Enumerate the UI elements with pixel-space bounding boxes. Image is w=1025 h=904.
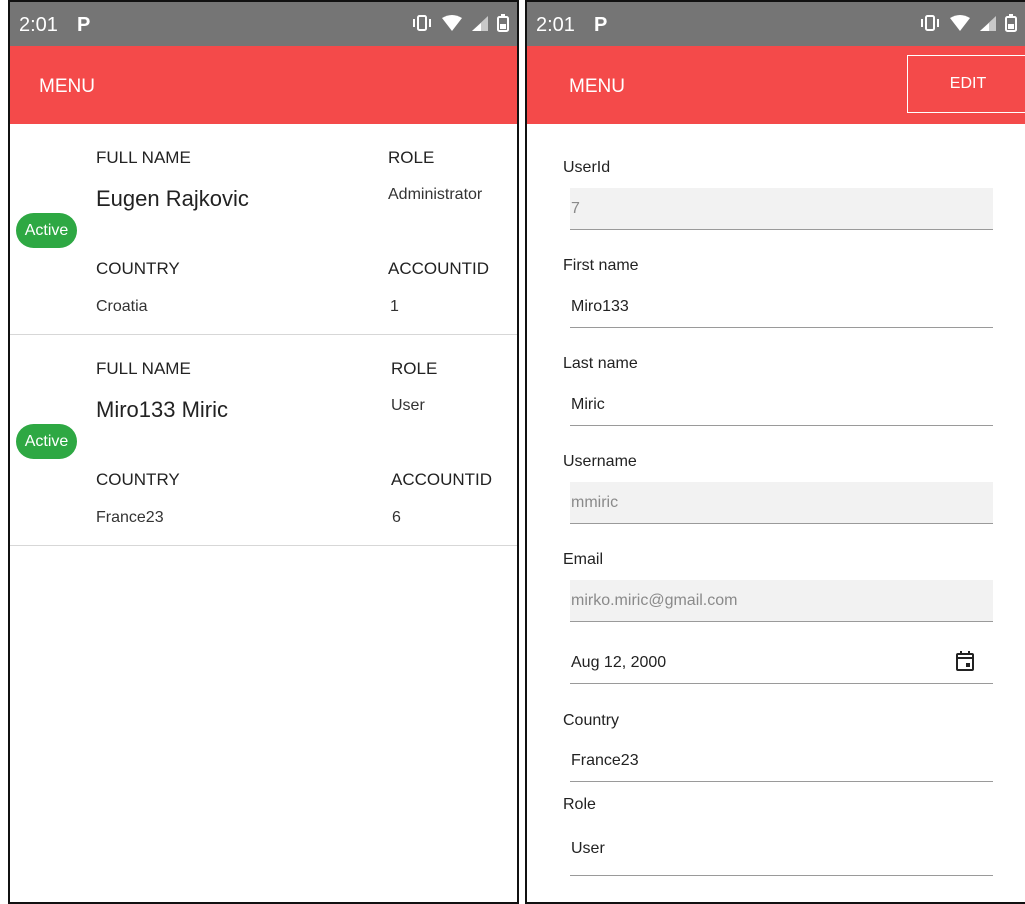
first-name-field[interactable]: Miro133 [570, 286, 993, 328]
first-name-value[interactable]: Miro133 [571, 298, 951, 316]
user-role: User [391, 397, 425, 414]
user-list-item[interactable]: FULL NAME ROLE Eugen Rajkovic Administra… [10, 124, 517, 335]
email-value: mirko.miric@gmail.com [571, 592, 738, 609]
user-list-item[interactable]: FULL NAME ROLE Miro133 Miric User Active… [10, 335, 517, 546]
edit-button[interactable]: EDIT [907, 55, 1025, 113]
username-value: mmiric [571, 494, 619, 511]
user-id-value: 7 [571, 200, 580, 217]
user-id-field: 7 [570, 188, 993, 230]
user-full-name: Eugen Rajkovic [96, 186, 249, 211]
full-name-label: FULL NAME [96, 148, 191, 167]
user-account-id: 6 [392, 509, 401, 526]
status-time: 2:01 [536, 14, 575, 36]
birth-date-value[interactable]: Aug 12, 2000 [571, 654, 951, 672]
app-bar: MENU [10, 46, 517, 124]
user-id-label: UserId [563, 159, 611, 176]
app-bar: MENU EDIT [527, 46, 1025, 124]
country-field[interactable]: France23 [570, 740, 993, 782]
active-status-badge: Active [16, 424, 77, 459]
signal-icon [472, 16, 488, 31]
battery-icon [1005, 14, 1017, 32]
user-full-name: Miro133 Miric [96, 397, 229, 422]
vibrate-icon [413, 15, 431, 31]
status-bar: 2:01 P [527, 2, 1025, 46]
email-field: mirko.miric@gmail.com [570, 580, 993, 622]
signal-icon [980, 16, 996, 31]
user-role: Administrator [388, 186, 483, 203]
country-label: COUNTRY [96, 259, 180, 278]
role-label: ROLE [388, 148, 435, 167]
account-id-label: ACCOUNTID [388, 259, 490, 278]
user-account-id: 1 [390, 298, 399, 315]
username-label: Username [563, 453, 637, 470]
user-country: France23 [96, 509, 164, 526]
battery-icon [497, 14, 509, 32]
country-label: COUNTRY [96, 470, 180, 489]
status-icons [919, 14, 1017, 32]
email-label: Email [563, 551, 604, 568]
wifi-icon [442, 15, 462, 31]
role-select[interactable]: User [570, 824, 993, 876]
user-list-screen: 2:01 P MENU FULL NAME ROLE Eugen Rajkovi… [8, 0, 519, 904]
first-name-label: First name [563, 257, 639, 274]
role-label: Role [563, 796, 596, 813]
role-value[interactable]: User [571, 840, 951, 858]
status-time: 2:01 [19, 14, 58, 36]
last-name-label: Last name [563, 355, 638, 372]
menu-button[interactable]: MENU [39, 76, 95, 98]
vibrate-icon [921, 15, 939, 31]
user-country: Croatia [96, 298, 148, 315]
calendar-icon[interactable] [955, 650, 975, 672]
full-name-label: FULL NAME [96, 359, 191, 378]
country-value[interactable]: France23 [571, 752, 951, 770]
status-bar: 2:01 P [10, 2, 517, 46]
last-name-value[interactable]: Miric [571, 396, 951, 414]
user-detail-screen: 2:01 P MENU EDIT UserId 7 First name Mir… [525, 0, 1025, 904]
status-icons [411, 14, 509, 32]
country-label: Country [563, 712, 620, 729]
birth-date-picker[interactable]: Aug 12, 2000 [570, 642, 993, 684]
last-name-field[interactable]: Miric [570, 384, 993, 426]
username-field: mmiric [570, 482, 993, 524]
notification-p-icon: P [594, 14, 608, 36]
menu-button[interactable]: MENU [569, 76, 625, 98]
wifi-icon [950, 15, 970, 31]
notification-p-icon: P [77, 14, 91, 36]
active-status-badge: Active [16, 213, 77, 248]
account-id-label: ACCOUNTID [391, 470, 493, 489]
role-label: ROLE [391, 359, 438, 378]
